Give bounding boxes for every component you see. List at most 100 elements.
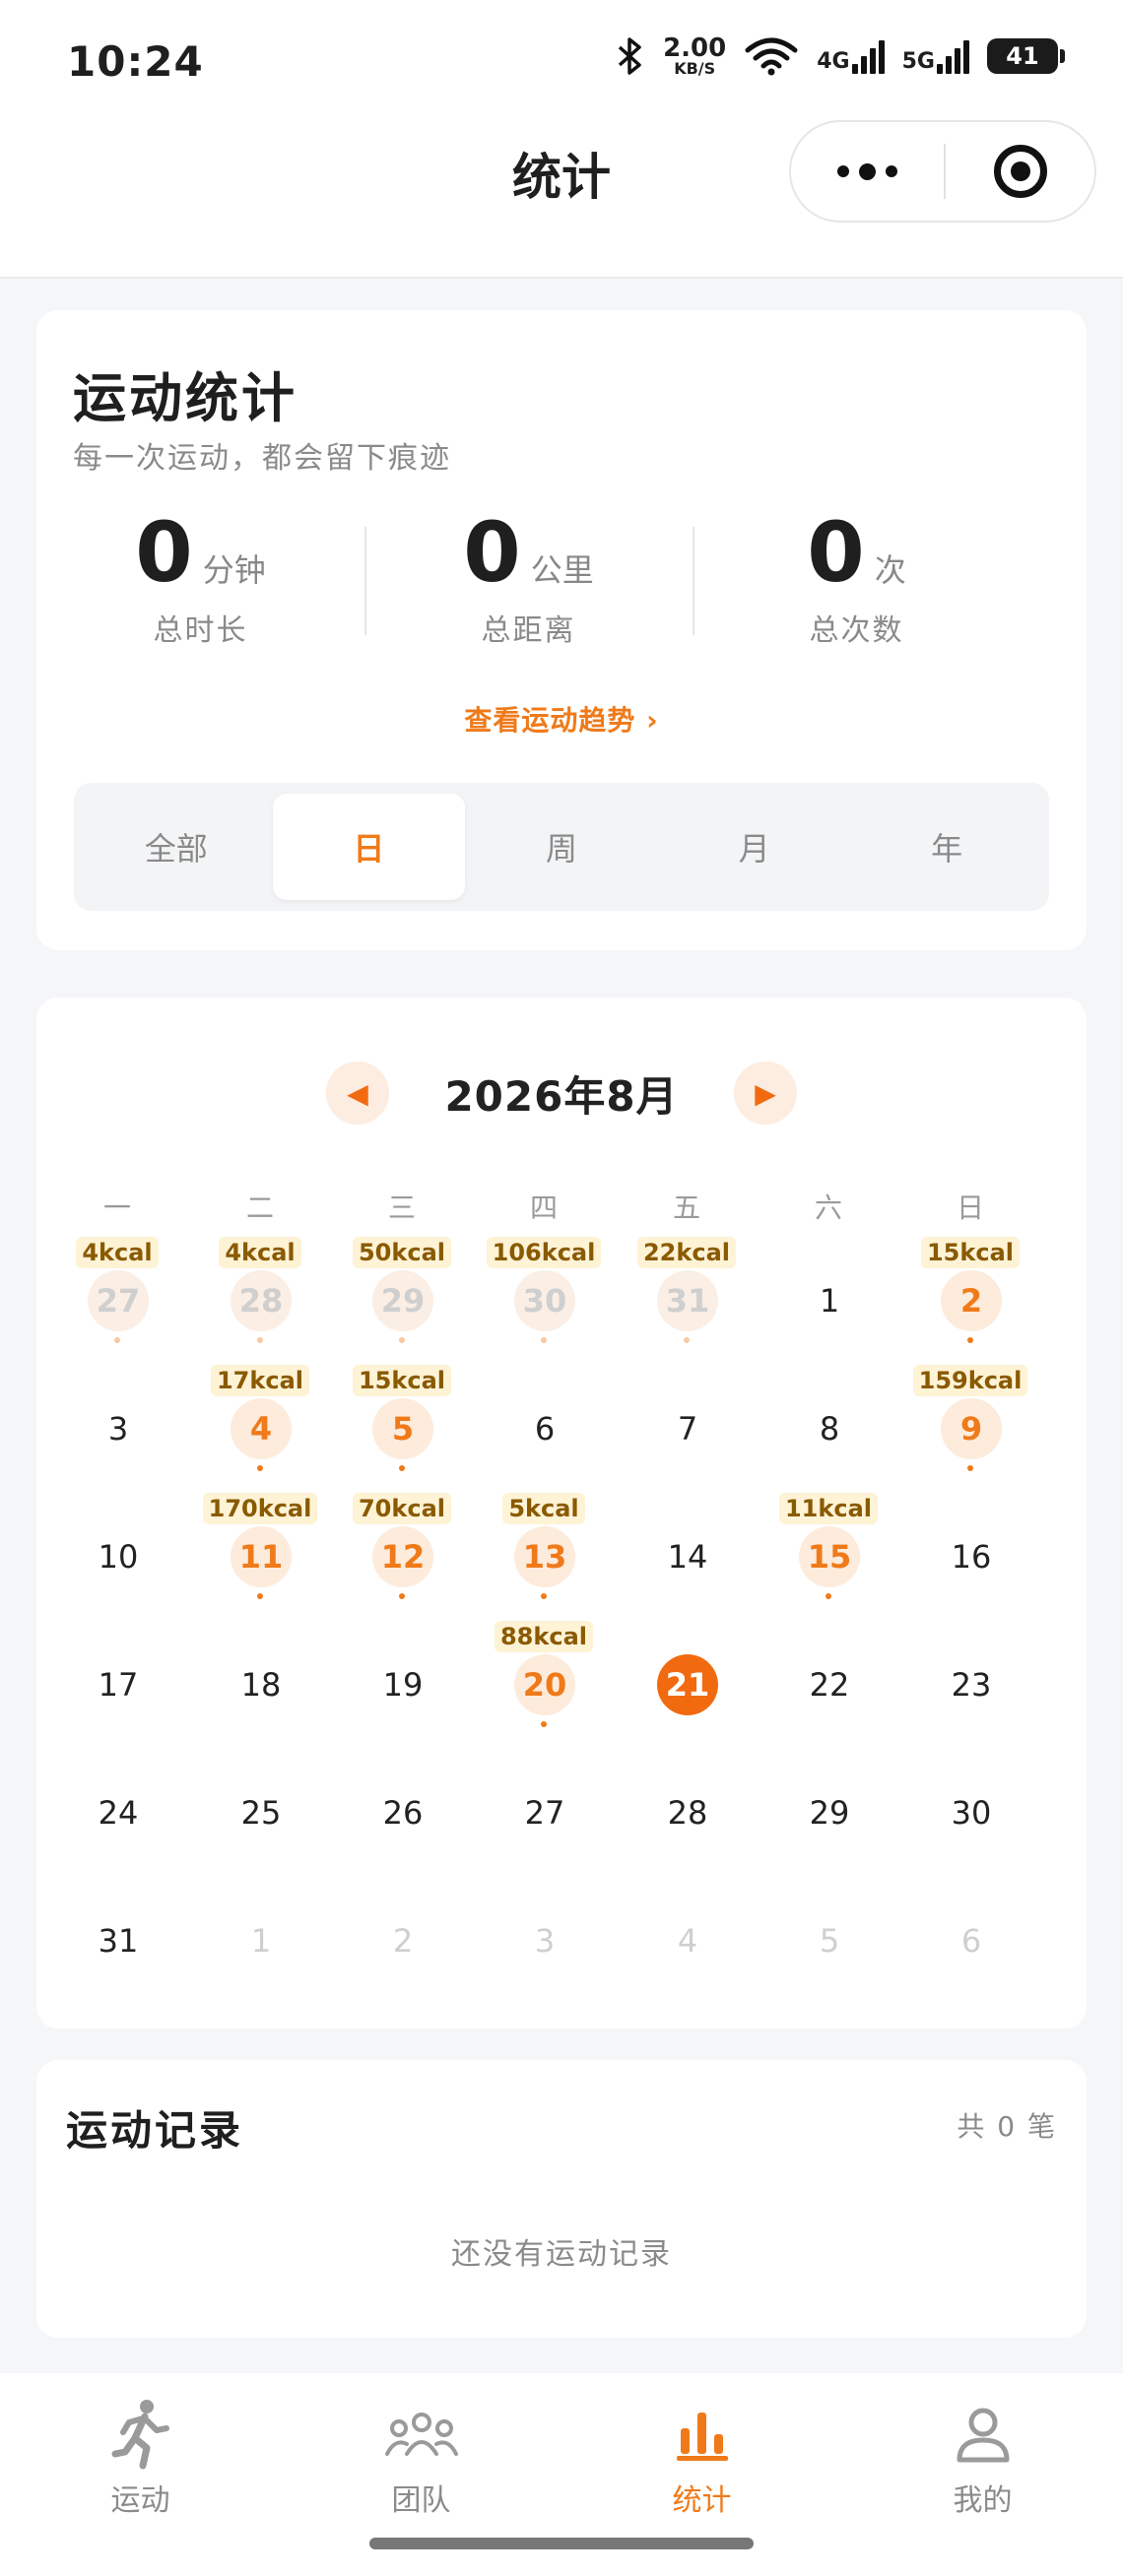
calendar-day[interactable]: 29 <box>758 1749 899 1877</box>
close-capsule-button[interactable] <box>946 145 1094 198</box>
next-month-button[interactable]: ▶ <box>734 1062 797 1125</box>
segment-year[interactable]: 年 <box>850 794 1043 900</box>
more-dots-icon[interactable] <box>791 162 944 180</box>
calendar-day[interactable]: 4 <box>616 1877 758 2005</box>
home-indicator[interactable] <box>369 2538 754 2549</box>
calendar-day[interactable]: 4kcal 27 <box>46 1237 188 1365</box>
day-number: 30 <box>951 1794 992 1832</box>
calendar-day[interactable]: 27 <box>473 1749 615 1877</box>
calendar-day[interactable]: 70kcal 12 <box>331 1493 473 1621</box>
calendar-day[interactable]: 11kcal 15 <box>758 1493 899 1621</box>
status-time: 10:24 <box>67 37 204 86</box>
day-number: 15 <box>799 1526 860 1587</box>
mini-program-capsule <box>789 120 1096 223</box>
day-number: 19 <box>382 1666 424 1704</box>
segment-month[interactable]: 月 <box>658 794 851 900</box>
day-kcal-badge: 70kcal <box>331 1493 473 1524</box>
calendar-day[interactable]: 30 <box>899 1749 1041 1877</box>
calendar-day[interactable]: 50kcal 29 <box>331 1237 473 1365</box>
calendar-day[interactable]: 5kcal 13 <box>473 1493 615 1621</box>
kcal-text: 17kcal <box>210 1365 309 1396</box>
calendar-day[interactable]: 3 <box>46 1365 188 1493</box>
day-number: 10 <box>98 1538 139 1576</box>
calendar-day[interactable]: 4kcal 28 <box>189 1237 331 1365</box>
tab-me[interactable]: 我的 <box>842 2373 1123 2576</box>
calendar-day[interactable]: 26 <box>331 1749 473 1877</box>
calendar-day[interactable]: 7 <box>616 1365 758 1493</box>
status-icons: 2.00 KB/S 4G 5G 41 <box>616 35 1065 77</box>
tab-sport[interactable]: 运动 <box>0 2373 281 2576</box>
calendar-day[interactable]: 22 <box>758 1621 899 1749</box>
bluetooth-icon <box>618 37 641 75</box>
day-kcal-badge: 5kcal <box>473 1493 615 1524</box>
calendar-day[interactable]: 6 <box>473 1365 615 1493</box>
metric-value: 0 <box>135 504 193 601</box>
calendar-day[interactable]: 6 <box>899 1877 1041 2005</box>
records-title: 运动记录 <box>66 2106 244 2155</box>
calendar-day[interactable]: 25 <box>189 1749 331 1877</box>
activity-dot <box>826 1593 831 1599</box>
calendar-day[interactable]: 17kcal 4 <box>189 1365 331 1493</box>
calendar-day[interactable]: 170kcal 11 <box>189 1493 331 1621</box>
weekday-label: 六 <box>814 1191 842 1224</box>
kcal-text: 22kcal <box>636 1237 736 1268</box>
calendar-day[interactable]: 22kcal 31 <box>616 1237 758 1365</box>
kcal-text: 159kcal <box>912 1365 1028 1396</box>
calendar-day[interactable]: 14 <box>616 1493 758 1621</box>
day-number: 16 <box>951 1538 992 1576</box>
calendar-day[interactable]: 1 <box>189 1877 331 2005</box>
calendar-day[interactable]: 21 <box>616 1621 758 1749</box>
day-number: 8 <box>819 1410 840 1448</box>
calendar-day[interactable]: 28 <box>616 1749 758 1877</box>
activity-dot <box>684 1337 690 1343</box>
calendar-day[interactable]: 106kcal 30 <box>473 1237 615 1365</box>
calendar-day[interactable]: 31 <box>46 1877 188 2005</box>
calendar-day[interactable]: 3 <box>473 1877 615 2005</box>
calendar-day[interactable]: 10 <box>46 1493 188 1621</box>
calendar-day[interactable]: 15kcal 5 <box>331 1365 473 1493</box>
calendar-day[interactable]: 16 <box>899 1493 1041 1621</box>
day-number: 31 <box>657 1270 718 1331</box>
day-number: 24 <box>98 1794 139 1832</box>
kcal-text: 15kcal <box>352 1365 451 1396</box>
bar-chart-icon <box>676 2413 728 2461</box>
activity-dot <box>541 1337 547 1343</box>
day-number: 30 <box>514 1270 575 1331</box>
day-number: 7 <box>677 1410 698 1448</box>
kcal-text: 4kcal <box>219 1237 301 1268</box>
calendar-day[interactable]: 24 <box>46 1749 188 1877</box>
wifi-icon <box>745 37 798 76</box>
calendar-day[interactable]: 17 <box>46 1621 188 1749</box>
kcal-text: 4kcal <box>76 1237 159 1268</box>
records-empty-state: 还没有运动记录 <box>451 2237 672 2272</box>
calendar-day[interactable]: 1 <box>758 1237 899 1365</box>
calendar-day[interactable]: 5 <box>758 1877 899 2005</box>
stats-title: 运动统计 <box>73 367 297 429</box>
calendar-day[interactable]: 23 <box>899 1621 1041 1749</box>
day-number: 6 <box>960 1922 982 1960</box>
calendar-day[interactable]: 18 <box>189 1621 331 1749</box>
calendar-day[interactable]: 88kcal 20 <box>473 1621 615 1749</box>
day-number: 23 <box>951 1666 992 1704</box>
day-number: 4 <box>231 1398 292 1459</box>
kcal-text: 106kcal <box>486 1237 602 1268</box>
calendar-day[interactable]: 15kcal 2 <box>899 1237 1041 1365</box>
day-number: 27 <box>524 1794 565 1832</box>
calendar-day[interactable]: 2 <box>331 1877 473 2005</box>
activity-dot <box>399 1337 405 1343</box>
kcal-text: 70kcal <box>352 1493 451 1524</box>
view-trend-link[interactable]: 查看运动趋势 › <box>36 699 1087 739</box>
segment-week[interactable]: 周 <box>465 794 658 900</box>
kcal-text: 5kcal <box>502 1493 585 1524</box>
segment-all[interactable]: 全部 <box>80 794 273 900</box>
calendar-day[interactable]: 19 <box>331 1621 473 1749</box>
day-kcal-badge: 170kcal <box>189 1493 331 1524</box>
calendar-day[interactable]: 8 <box>758 1365 899 1493</box>
prev-month-button[interactable]: ◀ <box>326 1062 389 1125</box>
calendar-day[interactable]: 159kcal 9 <box>899 1365 1041 1493</box>
day-number: 5 <box>372 1398 433 1459</box>
day-kcal-badge: 159kcal <box>899 1365 1041 1396</box>
metric-count: 0次 总次数 <box>693 507 1021 648</box>
day-number: 5 <box>819 1922 840 1960</box>
segment-day[interactable]: 日 <box>272 794 466 900</box>
